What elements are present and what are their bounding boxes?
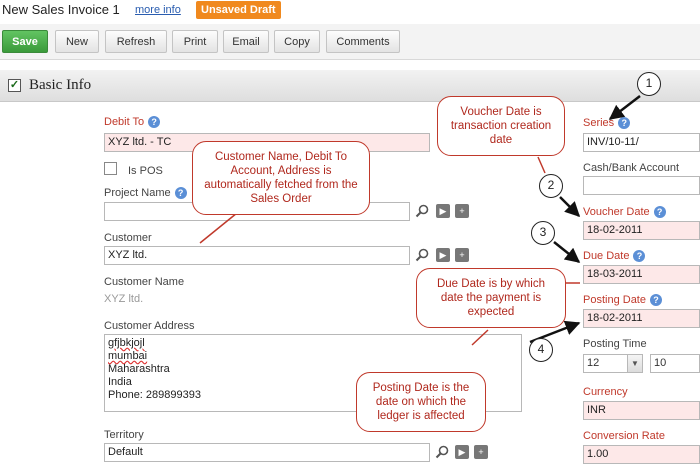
due-date-input[interactable]: 18-03-2011 (583, 265, 700, 284)
section-title: Basic Info (29, 77, 92, 93)
voucher-date-input[interactable]: 18-02-2011 (583, 221, 700, 240)
currency-label: Currency (583, 386, 628, 398)
section-header (0, 70, 700, 102)
callout-pointer-voucher (537, 156, 546, 174)
posting-time-label: Posting Time (583, 338, 647, 350)
more-info-link[interactable]: more info (135, 4, 181, 16)
step-marker-1: 1 (637, 72, 661, 96)
copy-button[interactable]: Copy (274, 30, 320, 53)
currency-input[interactable]: INR (583, 401, 700, 420)
chevron-down-icon: ▼ (627, 355, 642, 372)
conversion-rate-input[interactable]: 1.00 (583, 445, 700, 464)
email-button[interactable]: Email (223, 30, 269, 53)
arrow-to-voucher-date (559, 196, 581, 218)
step-marker-3: 3 (531, 221, 555, 245)
step-marker-4: 4 (529, 338, 553, 362)
series-label: Series? (583, 117, 631, 130)
refresh-button[interactable]: Refresh (105, 30, 167, 53)
is-pos-label: Is POS (128, 165, 163, 177)
conversion-rate-label: Conversion Rate (583, 430, 665, 442)
voucher-date-label: Voucher Date? (583, 206, 666, 219)
callout-due-date: Due Date is by which date the payment is… (416, 268, 566, 328)
callout-voucher-date: Voucher Date is transaction creation dat… (437, 96, 565, 156)
customer-input[interactable]: XYZ ltd. (104, 246, 410, 265)
callout-posting-date: Posting Date is the date on which the le… (356, 372, 486, 432)
help-icon[interactable]: ? (633, 250, 646, 263)
search-icon[interactable] (415, 248, 429, 262)
new-button[interactable]: New (55, 30, 99, 53)
plus-icon[interactable]: + (455, 204, 469, 218)
play-icon[interactable]: ▶ (455, 445, 469, 459)
section-toggle-checkbox[interactable]: ✓ (8, 79, 21, 92)
cash-bank-account-input[interactable] (583, 176, 700, 195)
is-pos-checkbox[interactable] (104, 162, 117, 175)
posting-date-label: Posting Date? (583, 294, 662, 307)
page-title: New Sales Invoice 1 (2, 2, 120, 17)
comments-button[interactable]: Comments (326, 30, 400, 53)
help-icon[interactable]: ? (174, 187, 187, 200)
customer-name-value: XYZ ltd. (104, 293, 144, 305)
posting-date-input[interactable]: 18-02-2011 (583, 309, 700, 328)
posting-hour-value: 12 (587, 357, 600, 369)
play-icon[interactable]: ▶ (436, 204, 450, 218)
help-icon[interactable]: ? (618, 117, 631, 130)
posting-hour-select[interactable]: 12 ▼ (583, 354, 643, 373)
address-line: gfjbkjojl (108, 337, 145, 349)
help-icon[interactable]: ? (653, 206, 666, 219)
plus-icon[interactable]: + (455, 248, 469, 262)
series-input[interactable]: INV/10-11/ (583, 133, 700, 152)
customer-label: Customer (104, 232, 152, 244)
search-icon[interactable] (415, 204, 429, 218)
help-icon[interactable]: ? (649, 294, 662, 307)
search-icon[interactable] (435, 445, 449, 459)
print-button[interactable]: Print (172, 30, 218, 53)
arrow-to-due-date (553, 241, 581, 263)
posting-minute-value: 10 (654, 357, 667, 369)
callout-customer-fetch: Customer Name, Debit To Account, Address… (192, 141, 370, 215)
territory-input[interactable]: Default (104, 443, 430, 462)
posting-minute-select[interactable]: 10 (650, 354, 700, 373)
customer-address-label: Customer Address (104, 320, 195, 332)
customer-name-label: Customer Name (104, 276, 185, 288)
status-badge: Unsaved Draft (196, 1, 281, 19)
due-date-label: Due Date? (583, 250, 646, 263)
save-button[interactable]: Save (2, 30, 48, 53)
help-icon[interactable]: ? (148, 116, 161, 129)
project-name-label: Project Name? (104, 187, 187, 200)
plus-icon[interactable]: + (474, 445, 488, 459)
address-line: mumbai (108, 350, 148, 362)
debit-to-label: Debit To? (104, 116, 161, 129)
territory-label: Territory (104, 429, 144, 441)
step-marker-2: 2 (539, 174, 563, 198)
play-icon[interactable]: ▶ (436, 248, 450, 262)
cash-bank-account-label: Cash/Bank Account (583, 162, 680, 174)
